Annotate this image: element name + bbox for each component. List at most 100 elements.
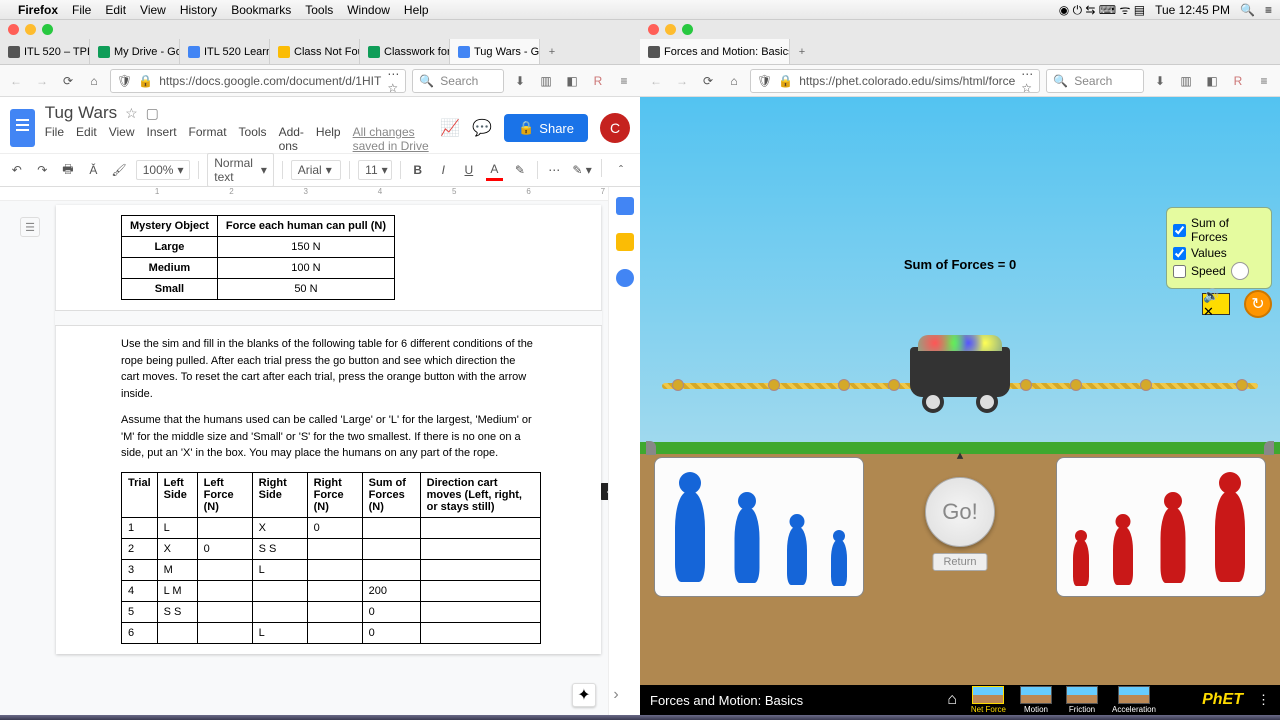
- nav-acceleration[interactable]: Acceleration: [1112, 686, 1156, 714]
- cart[interactable]: [910, 347, 1010, 397]
- tab-itl520learn[interactable]: ITL 520 Learnin: [180, 39, 270, 64]
- outline-toggle[interactable]: ☰: [20, 217, 40, 237]
- blue-puller-large[interactable]: [666, 472, 714, 592]
- reload-button-r[interactable]: ⟳: [698, 71, 718, 91]
- notifications-icon[interactable]: ≡: [1265, 3, 1272, 17]
- paint-format-button[interactable]: 🖌: [110, 159, 128, 181]
- menu-help[interactable]: Help: [404, 3, 429, 17]
- menu-edit[interactable]: Edit: [105, 3, 126, 17]
- text-color-button[interactable]: A: [486, 159, 504, 181]
- menu-history[interactable]: History: [180, 3, 217, 17]
- back-button[interactable]: ←: [6, 71, 26, 91]
- tab-itl520[interactable]: ITL 520 – TPE S: [0, 39, 90, 64]
- knot[interactable]: [1020, 379, 1032, 391]
- spotlight-icon[interactable]: 🔍: [1240, 3, 1255, 17]
- knot[interactable]: [1140, 379, 1152, 391]
- knot[interactable]: [768, 379, 780, 391]
- star-icon[interactable]: ☆: [125, 105, 138, 122]
- highlight-button[interactable]: ✎: [511, 159, 529, 181]
- explore-button[interactable]: ✦: [572, 683, 596, 707]
- tab-classnotfound[interactable]: Class Not Found: [270, 39, 360, 64]
- spellcheck-button[interactable]: Ǎ: [85, 159, 103, 181]
- knot[interactable]: [1070, 379, 1082, 391]
- reload-button[interactable]: ⟳: [58, 71, 78, 91]
- doc-canvas[interactable]: 1234567 ☰ 4 of 6 ✦ › Mystery ObjectForce…: [0, 187, 640, 715]
- gd-menu-addons[interactable]: Add-ons: [279, 125, 304, 153]
- bold-button[interactable]: B: [409, 159, 427, 181]
- red-puller-small-2[interactable]: [1107, 514, 1139, 592]
- search-field[interactable]: 🔍Search: [412, 69, 504, 93]
- docs-icon[interactable]: [10, 109, 35, 147]
- editing-mode-button[interactable]: ✎ ▾: [571, 159, 593, 181]
- trial-table[interactable]: Trial Left Side Left Force (N) Right Sid…: [121, 472, 541, 644]
- calendar-icon[interactable]: [616, 197, 634, 215]
- tab-drive[interactable]: My Drive - Goo: [90, 39, 180, 64]
- activity-icon[interactable]: 📈: [440, 118, 460, 138]
- reset-button[interactable]: ↻: [1244, 290, 1272, 318]
- knot[interactable]: [672, 379, 684, 391]
- app-name[interactable]: Firefox: [18, 3, 58, 17]
- mute-button[interactable]: 🔊✕: [1202, 293, 1230, 315]
- mystery-table[interactable]: Mystery ObjectForce each human can pull …: [121, 215, 395, 300]
- window-controls-left[interactable]: [0, 20, 61, 39]
- underline-button[interactable]: U: [460, 159, 478, 181]
- sidebar-icon-r[interactable]: ◧: [1202, 71, 1222, 91]
- collapse-button[interactable]: ˆ: [610, 159, 632, 181]
- blue-puller-medium[interactable]: [727, 492, 767, 592]
- keep-icon[interactable]: [616, 233, 634, 251]
- forward-button[interactable]: →: [32, 71, 52, 91]
- nav-net-force[interactable]: Net Force: [971, 686, 1006, 714]
- status-icons[interactable]: ◉ ⏻ ⇆ ⌨ ᯤ ▤: [1059, 1, 1145, 18]
- next-page-arrow[interactable]: ›: [604, 683, 628, 707]
- gd-menu-view[interactable]: View: [109, 125, 135, 153]
- nav-friction[interactable]: Friction: [1066, 686, 1098, 714]
- go-button[interactable]: Go!: [925, 477, 995, 547]
- red-puller-small-1[interactable]: [1068, 530, 1094, 592]
- move-icon[interactable]: ▢: [146, 105, 159, 122]
- more-button[interactable]: ⋯: [546, 159, 564, 181]
- new-tab-button[interactable]: +: [540, 39, 564, 64]
- document-page[interactable]: Mystery ObjectForce each human can pull …: [56, 205, 601, 654]
- menu-icon-r[interactable]: ≡: [1254, 71, 1274, 91]
- menu-icon[interactable]: ≡: [614, 71, 634, 91]
- window-controls-right[interactable]: [640, 20, 701, 39]
- search-field-r[interactable]: 🔍Search: [1046, 69, 1144, 93]
- doc-title[interactable]: Tug Wars: [45, 103, 117, 123]
- tasks-icon[interactable]: [616, 269, 634, 287]
- tab-classwork[interactable]: Classwork for 7: [360, 39, 450, 64]
- gd-menu-tools[interactable]: Tools: [239, 125, 267, 153]
- share-button[interactable]: 🔒Share: [504, 114, 588, 142]
- new-tab-right[interactable]: +: [790, 39, 814, 64]
- instructions-para-1[interactable]: Use the sim and fill in the blanks of th…: [121, 336, 536, 402]
- menu-file[interactable]: File: [72, 3, 91, 17]
- account-icon-r[interactable]: R: [1228, 71, 1248, 91]
- blue-puller-small-2[interactable]: [826, 530, 852, 592]
- red-puller-large[interactable]: [1206, 472, 1254, 592]
- library-icon-r[interactable]: ▥: [1176, 71, 1196, 91]
- download-icon[interactable]: ⬇: [510, 71, 530, 91]
- menu-window[interactable]: Window: [347, 3, 390, 17]
- gd-menu-file[interactable]: File: [45, 125, 64, 153]
- home-button[interactable]: ⌂: [84, 71, 104, 91]
- redo-button[interactable]: ↷: [34, 159, 52, 181]
- address-field-r[interactable]: 🛡🔒https://phet.colorado.edu/sims/html/fo…: [750, 69, 1040, 93]
- comments-icon[interactable]: 💬: [472, 118, 492, 138]
- home-button-r[interactable]: ⌂: [724, 71, 744, 91]
- menu-view[interactable]: View: [140, 3, 166, 17]
- zoom-select[interactable]: 100% ▾: [136, 160, 191, 180]
- gd-menu-insert[interactable]: Insert: [147, 125, 177, 153]
- tab-tugwars[interactable]: Tug Wars - G×: [450, 39, 540, 64]
- home-icon[interactable]: ⌂: [947, 691, 957, 709]
- red-puller-medium[interactable]: [1153, 492, 1193, 592]
- font-select[interactable]: Arial ▾: [291, 160, 342, 180]
- instructions-para-2[interactable]: Assume that the humans used can be calle…: [121, 412, 536, 462]
- return-button[interactable]: Return: [932, 553, 987, 571]
- gd-menu-edit[interactable]: Edit: [76, 125, 97, 153]
- nav-motion[interactable]: Motion: [1020, 686, 1052, 714]
- library-icon[interactable]: ▥: [536, 71, 556, 91]
- account-icon[interactable]: R: [588, 71, 608, 91]
- kebab-icon[interactable]: ⋮: [1257, 692, 1270, 708]
- sidebar-icon[interactable]: ◧: [562, 71, 582, 91]
- avatar[interactable]: C: [600, 113, 630, 143]
- knot[interactable]: [1236, 379, 1248, 391]
